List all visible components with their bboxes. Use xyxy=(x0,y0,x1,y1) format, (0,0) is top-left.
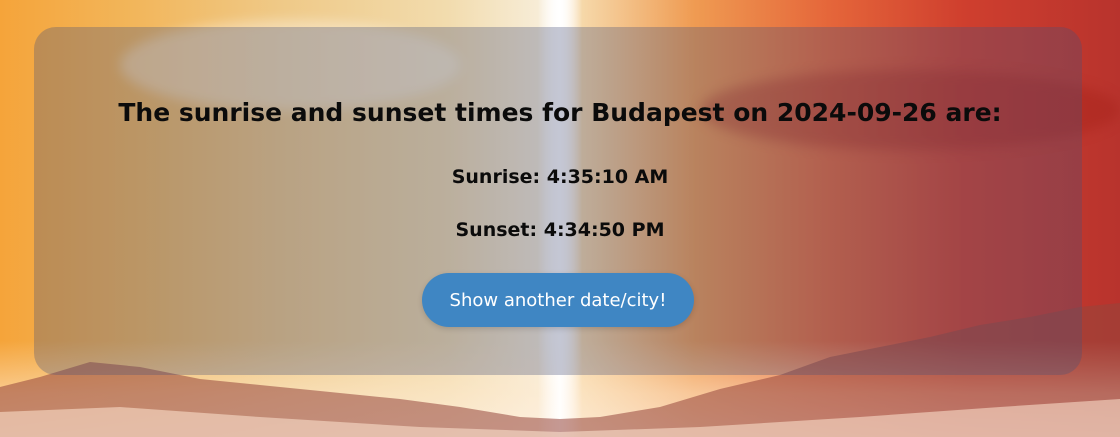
sunset-time: Sunset: 4:34:50 PM xyxy=(455,219,665,241)
results-heading: The sunrise and sunset times for Budapes… xyxy=(118,98,1002,127)
sunrise-time: Sunrise: 4:35:10 AM xyxy=(451,166,669,188)
show-another-button[interactable]: Show another date/city! xyxy=(422,273,694,327)
